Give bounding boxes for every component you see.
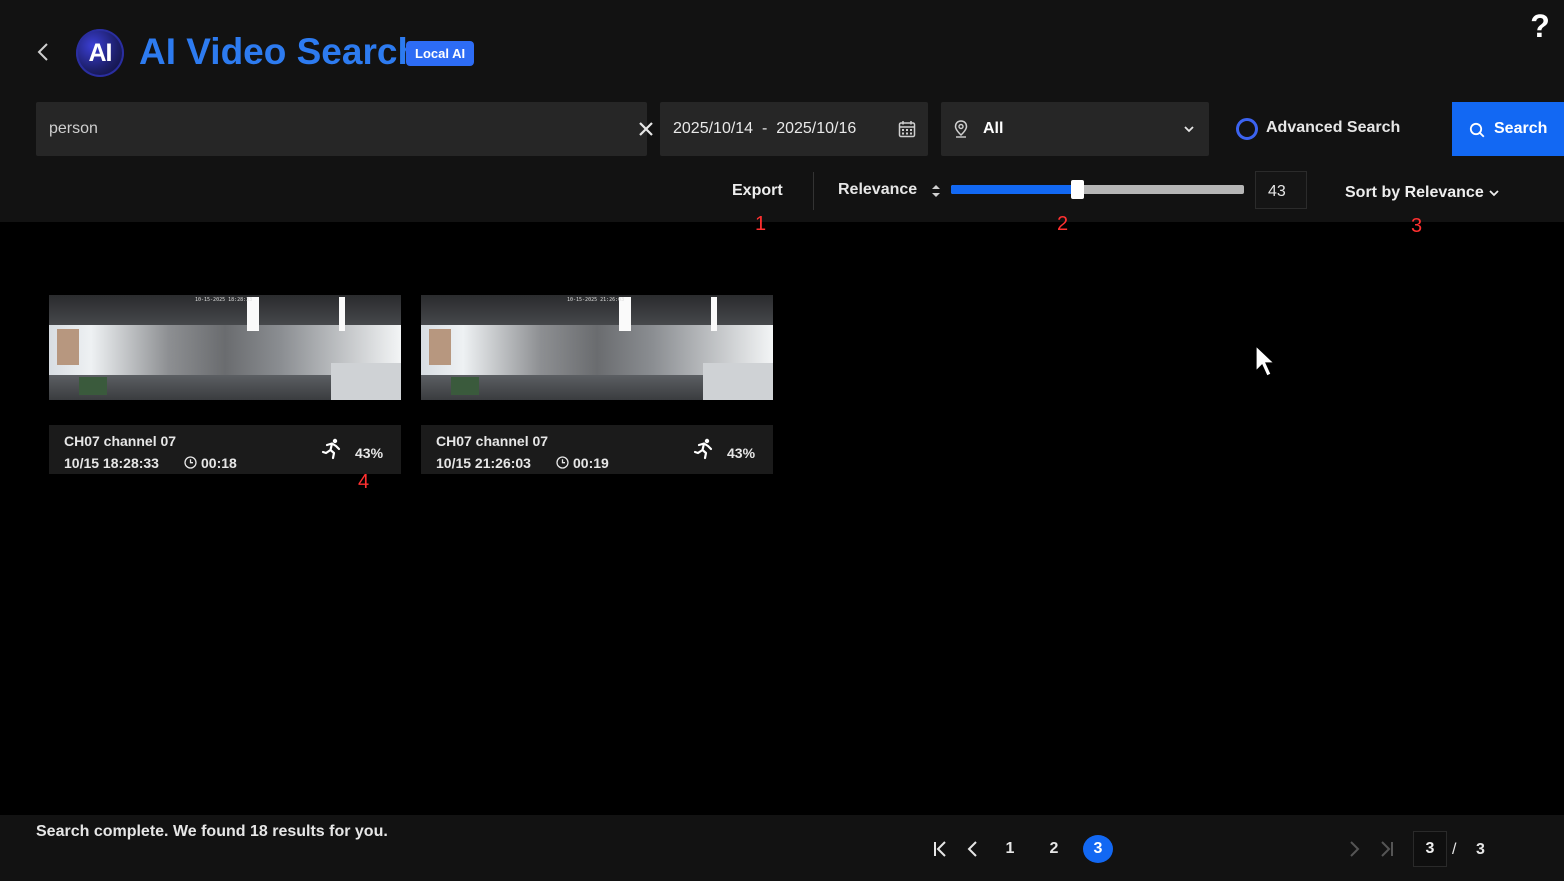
- first-page-icon: [934, 841, 946, 857]
- page-button-3[interactable]: 3: [1083, 835, 1113, 863]
- thumbnail-timestamp: 10-15-2025 18:28:33: [195, 297, 253, 303]
- clip-duration: 00:18: [201, 455, 237, 471]
- sort-dropdown[interactable]: Sort by Relevance: [1345, 184, 1500, 202]
- header: AI AI Video Search Local AI ? 2025/10/14…: [0, 0, 1564, 222]
- clear-search-button[interactable]: [636, 119, 656, 139]
- relevance-label: Relevance: [838, 181, 918, 198]
- sort-arrows-icon[interactable]: [930, 182, 942, 200]
- annotation-marker: 4: [358, 471, 370, 493]
- thumbnail-person: [429, 329, 451, 365]
- clock-icon: [556, 456, 569, 469]
- date-range-picker[interactable]: 2025/10/14 - 2025/10/16: [660, 102, 928, 156]
- result-timestamp: 10/15 18:28:33: [64, 455, 159, 471]
- thumbnail-light: [339, 297, 345, 331]
- status-text: Search complete. We found 18 results for…: [36, 823, 388, 840]
- prev-page-button[interactable]: [957, 835, 987, 863]
- thumbnail-light: [711, 297, 717, 331]
- search-icon: [1469, 122, 1485, 138]
- thumbnail-object: [451, 377, 479, 395]
- next-page-button[interactable]: [1340, 835, 1370, 863]
- annotation-marker: 3: [1411, 215, 1423, 237]
- advanced-search-label: Advanced Search: [1266, 119, 1401, 136]
- relevance-slider[interactable]: [951, 180, 1244, 199]
- page-separator: /: [1452, 841, 1457, 858]
- chevron-left-icon: [37, 43, 48, 61]
- chevron-down-icon: [1184, 126, 1194, 133]
- page-title: AI Video Search: [139, 31, 421, 72]
- location-pin-icon: [954, 120, 968, 138]
- relevance-score: 43%: [727, 445, 756, 461]
- close-icon: [639, 122, 653, 136]
- result-info: CH07 channel 07 10/15 21:26:03 00:19 43%: [421, 425, 773, 474]
- page-button-1[interactable]: 1: [995, 835, 1025, 863]
- thumbnail-person: [57, 329, 79, 365]
- total-pages: 3: [1476, 841, 1485, 858]
- page: AI AI Video Search Local AI ? 2025/10/14…: [0, 0, 1564, 881]
- video-thumbnail[interactable]: 10-15-2025 21:26:03: [421, 295, 773, 400]
- back-button[interactable]: [30, 38, 56, 66]
- running-person-icon: [693, 438, 713, 460]
- toolbar-divider: [813, 172, 814, 210]
- result-timestamp: 10/15 21:26:03: [436, 455, 531, 471]
- channel-name: CH07 channel 07: [436, 433, 549, 449]
- footer: Search complete. We found 18 results for…: [0, 815, 1564, 881]
- page-number-input[interactable]: 3: [1413, 831, 1447, 867]
- calendar-icon: [898, 121, 916, 138]
- result-info: CH07 channel 07 10/15 18:28:33 00:18 43%: [49, 425, 401, 474]
- running-person-icon: [321, 438, 341, 460]
- video-thumbnail[interactable]: 10-15-2025 18:28:33: [49, 295, 401, 400]
- help-button[interactable]: ?: [1525, 8, 1555, 46]
- result-card[interactable]: 10-15-2025 21:26:03 CH07 channel 07 10/1…: [421, 295, 773, 474]
- mouse-cursor-icon: [1255, 345, 1276, 377]
- relevance-score: 43%: [355, 445, 384, 461]
- thumbnail-object: [79, 377, 107, 395]
- export-button[interactable]: Export: [732, 182, 783, 200]
- relevance-value-input[interactable]: 43: [1255, 171, 1307, 209]
- thumbnail-timestamp: 10-15-2025 21:26:03: [567, 297, 625, 303]
- app-logo: AI: [76, 29, 124, 77]
- location-value: All: [983, 120, 1004, 137]
- clock-icon: [184, 456, 197, 469]
- thumbnail-desk: [703, 363, 773, 400]
- sort-dropdown-label: Sort by Relevance: [1345, 184, 1484, 201]
- chevron-down-icon: [1489, 190, 1499, 197]
- search-input[interactable]: [36, 102, 609, 156]
- result-card[interactable]: 10-15-2025 18:28:33 CH07 channel 07 10/1…: [49, 295, 401, 474]
- thumbnail-desk: [331, 363, 401, 400]
- first-page-button[interactable]: [925, 835, 955, 863]
- location-select[interactable]: All: [941, 102, 1209, 156]
- search-button-label: Search: [1494, 120, 1548, 137]
- page-button-2[interactable]: 2: [1039, 835, 1069, 863]
- annotation-marker: 2: [1057, 213, 1069, 235]
- relevance-slider-fill: [951, 185, 1077, 194]
- clip-duration: 00:19: [573, 455, 609, 471]
- chevron-right-icon: [1350, 841, 1360, 857]
- chevron-left-icon: [967, 841, 977, 857]
- relevance-slider-thumb[interactable]: [1071, 180, 1084, 199]
- radio-ring-icon: [1236, 118, 1258, 140]
- search-button[interactable]: Search: [1452, 102, 1564, 156]
- search-box: [36, 102, 653, 156]
- channel-name: CH07 channel 07: [64, 433, 177, 449]
- annotation-marker: 1: [755, 213, 767, 235]
- local-ai-badge: Local AI: [406, 41, 475, 66]
- last-page-button[interactable]: [1372, 835, 1402, 863]
- last-page-icon: [1381, 841, 1393, 857]
- date-range-text: 2025/10/14 - 2025/10/16: [673, 120, 857, 137]
